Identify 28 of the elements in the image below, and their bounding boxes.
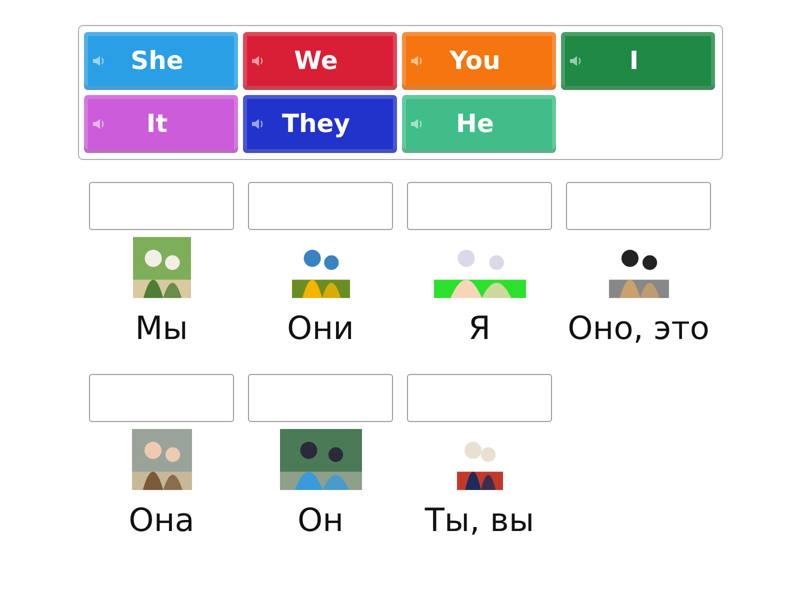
target-label: Он [297,504,344,536]
speaker-icon [251,54,265,68]
speaker-icon [92,54,106,68]
speaker-icon [251,117,265,131]
drop-zone[interactable] [407,182,552,230]
drop-zone[interactable] [248,374,393,422]
target-label: Ты, вы [424,504,534,536]
word-tile[interactable]: It [84,95,238,153]
drop-zone[interactable] [248,182,393,230]
target-label: Оно, это [568,312,710,344]
word-tile[interactable]: They [243,95,397,153]
word-tile[interactable]: He [402,95,556,153]
target-label: Я [468,312,491,344]
target-label: Она [128,504,194,536]
speaker-icon [92,117,106,131]
word-tile[interactable]: We [243,32,397,90]
drop-zone[interactable] [407,374,552,422]
drop-zone[interactable] [89,374,234,422]
word-tile[interactable]: You [402,32,556,90]
word-tile[interactable]: She [84,32,238,90]
word-tile[interactable]: I [561,32,715,90]
drop-zone[interactable] [89,182,234,230]
target-label: Они [287,312,354,344]
speaker-icon [410,117,424,131]
speaker-icon [410,54,424,68]
drop-zone[interactable] [566,182,711,230]
speaker-icon [569,54,583,68]
target-label: Мы [135,312,188,344]
